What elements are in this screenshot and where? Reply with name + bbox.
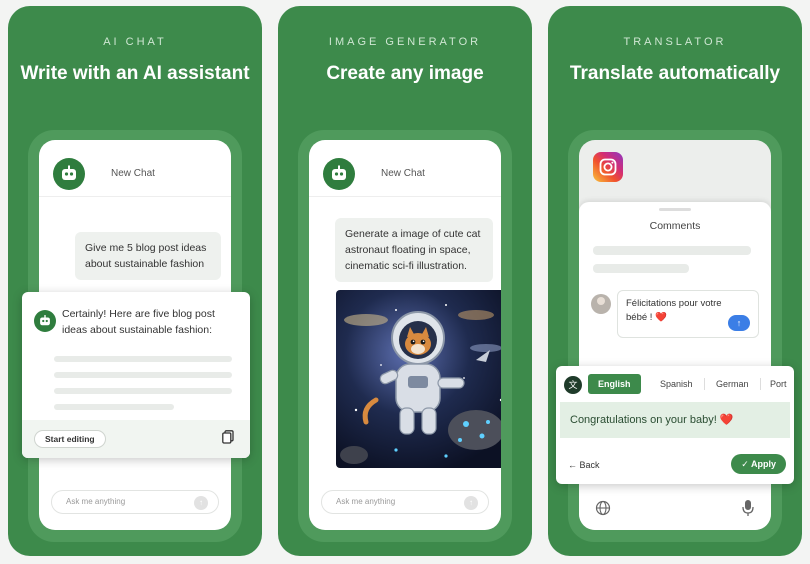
divider: [760, 378, 761, 390]
text-placeholder: [54, 388, 232, 394]
send-icon[interactable]: ↑: [728, 315, 750, 331]
avatar: [591, 294, 611, 314]
chat-input-placeholder: Ask me anything: [336, 497, 396, 506]
card-headline: Translate automatically: [569, 63, 781, 84]
comments-title: Comments: [649, 220, 701, 232]
check-icon: ✓: [741, 459, 749, 469]
send-icon[interactable]: ↑: [194, 496, 208, 510]
text-placeholder: [54, 356, 232, 362]
chat-input[interactable]: Ask me anything ↑: [51, 490, 219, 514]
ai-reply-text: Certainly! Here are five blog post ideas…: [62, 308, 215, 336]
back-button[interactable]: ← Back: [568, 460, 600, 470]
microphone-icon[interactable]: [741, 499, 755, 517]
translate-icon: 文: [564, 376, 582, 394]
card-eyebrow: IMAGE GENERATOR: [328, 36, 482, 48]
translation-result: Congratulations on your baby! ❤️: [560, 402, 790, 438]
back-button-label: Back: [579, 460, 600, 470]
copy-icon[interactable]: [222, 430, 234, 449]
sheet-handle[interactable]: [659, 208, 691, 211]
send-icon[interactable]: ↑: [464, 496, 478, 510]
language-option-english[interactable]: English: [588, 374, 641, 394]
start-editing-button[interactable]: Start editing: [34, 430, 106, 448]
user-message: Generate a image of cute cat astronaut f…: [335, 218, 493, 282]
divider: [309, 196, 501, 197]
reply-footer: Start editing: [22, 420, 250, 458]
robot-icon: [53, 158, 85, 190]
text-placeholder: [593, 264, 689, 273]
chat-header: New Chat: [51, 154, 219, 190]
chat-title: New Chat: [381, 168, 425, 179]
chat-title: New Chat: [111, 168, 155, 179]
divider: [704, 378, 705, 390]
card-eyebrow: AI CHAT: [103, 36, 167, 48]
back-arrow-icon: ←: [568, 460, 577, 470]
language-option-spanish[interactable]: Spanish: [660, 374, 693, 394]
ai-reply-card: Certainly! Here are five blog post ideas…: [22, 292, 250, 458]
phone-screen: New Chat Generate a image of cute cat as…: [309, 140, 501, 530]
text-placeholder: [54, 372, 232, 378]
promo-card-translator: TRANSLATOR Translate automatically Comme…: [548, 6, 802, 556]
comment-text: Félicitations pour votre bébé ! ❤️: [626, 298, 722, 323]
language-option-portuguese[interactable]: Port: [770, 374, 787, 394]
globe-icon[interactable]: [595, 500, 611, 516]
text-placeholder: [593, 246, 751, 255]
user-message: Give me 5 blog post ideas about sustaina…: [75, 232, 221, 280]
card-headline: Create any image: [326, 63, 484, 84]
promo-card-ai-chat: AI CHAT Write with an AI assistant New C…: [8, 6, 262, 556]
chat-input[interactable]: Ask me anything ↑: [321, 490, 489, 514]
apply-button[interactable]: ✓ Apply: [731, 454, 786, 474]
robot-icon: [34, 310, 56, 332]
keyboard-toolbar: [579, 496, 771, 522]
card-headline: Write with an AI assistant: [20, 63, 250, 84]
chat-input-placeholder: Ask me anything: [66, 497, 126, 506]
comment-field[interactable]: Félicitations pour votre bébé ! ❤️ ↑: [617, 290, 759, 338]
chat-header: New Chat: [321, 154, 489, 190]
apply-button-label: Apply: [750, 459, 776, 469]
generated-image[interactable]: [336, 290, 501, 468]
promo-card-image-generator: IMAGE GENERATOR Create any image New Cha…: [278, 6, 532, 556]
robot-icon: [323, 158, 355, 190]
card-eyebrow: TRANSLATOR: [623, 36, 727, 48]
instagram-icon: [593, 152, 623, 182]
translation-card: 文 English Spanish German Port Congratula…: [556, 366, 794, 484]
language-option-german[interactable]: German: [716, 374, 749, 394]
divider: [39, 196, 231, 197]
text-placeholder: [54, 404, 174, 410]
